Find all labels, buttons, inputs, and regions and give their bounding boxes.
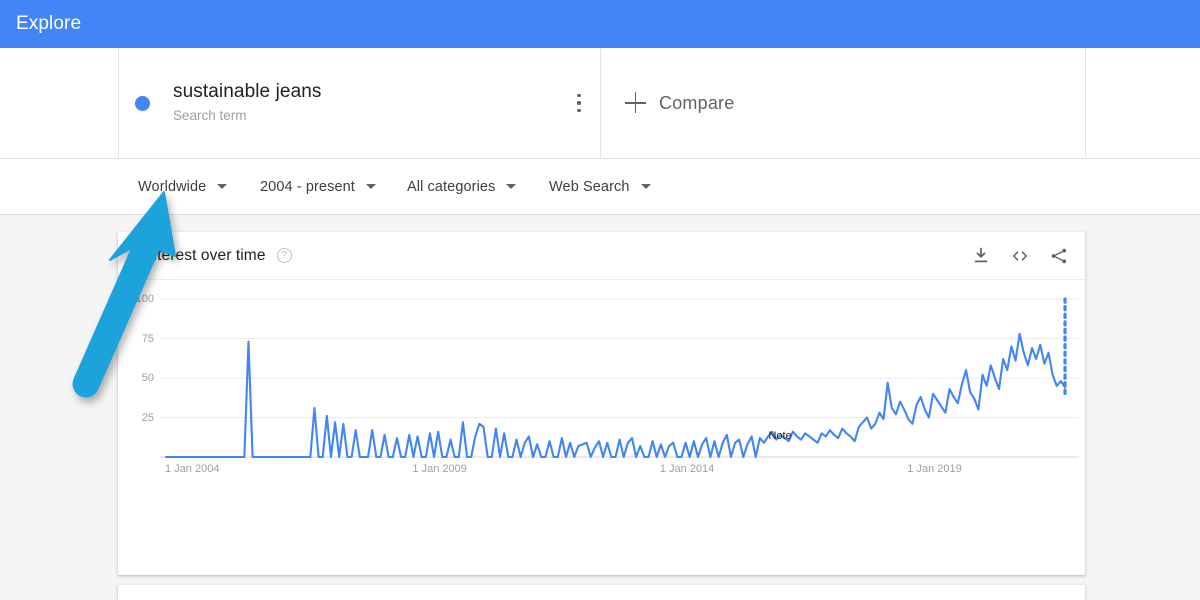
compare-label: Compare [659, 92, 735, 113]
card-header: Interest over time [118, 232, 1085, 280]
filter-region-label: Worldwide [138, 178, 207, 195]
trends-explore-page: Explore sustainable jeans Search term Co… [0, 0, 1200, 600]
add-compare-button[interactable]: Compare [601, 48, 1085, 158]
filter-time-range[interactable]: 2004 - present [260, 159, 376, 214]
download-icon[interactable] [971, 246, 991, 266]
search-term-type: Search term [173, 108, 247, 123]
search-term-label: sustainable jeans [173, 81, 322, 102]
interest-over-time-line-chart [160, 297, 1079, 459]
search-term-bar: sustainable jeans Search term Compare [0, 48, 1200, 159]
interest-over-time-card: Interest over time ? 25 50 75 100 1 Jan … [118, 232, 1085, 575]
chart-line [164, 332, 1067, 459]
y-axis-tick-label: 75 [141, 332, 154, 345]
card-title: Interest over time [144, 246, 266, 264]
filter-search-type[interactable]: Web Search [549, 159, 651, 214]
plus-icon [625, 92, 647, 114]
chart-plot-area[interactable]: 25 50 75 100 1 Jan 2004 1 Jan 2009 1 Jan 2014… [118, 280, 1085, 574]
share-icon[interactable] [1049, 246, 1069, 266]
divider-right [1085, 48, 1086, 158]
chevron-down-icon [640, 184, 651, 189]
page-body: Interest over time ? 25 50 75 100 1 Jan … [0, 215, 1200, 600]
x-axis-tick-label: 1 Jan 2019 [907, 463, 962, 475]
x-axis-tick-label: 1 Jan 2004 [165, 463, 220, 475]
chart-note-annotation[interactable]: Note [768, 430, 791, 442]
card-actions [971, 232, 1069, 280]
filter-region[interactable]: Worldwide [138, 159, 228, 214]
chevron-down-icon [365, 184, 376, 189]
app-bar: Explore [0, 0, 1200, 48]
y-axis-tick-label: 100 [135, 293, 154, 305]
x-axis-tick-label: 1 Jan 2009 [412, 463, 467, 475]
x-axis-tick-label: 1 Jan 2014 [659, 463, 715, 475]
series-color-dot [135, 95, 150, 111]
chevron-down-icon [217, 184, 228, 189]
help-circle-icon[interactable] [276, 248, 292, 263]
chevron-down-icon [506, 184, 517, 189]
app-title: Explore [16, 13, 82, 34]
next-card-partial [118, 585, 1085, 600]
y-axis-tick-label: 25 [141, 411, 154, 424]
filter-search-type-label: Web Search [549, 178, 630, 195]
filter-category-label: All categories [407, 178, 496, 195]
filter-time-range-label: 2004 - present [260, 178, 355, 195]
kebab-menu-icon[interactable] [569, 92, 589, 114]
y-axis-tick-label: 50 [141, 372, 154, 384]
filter-category[interactable]: All categories [407, 159, 517, 214]
filter-bar: Worldwide 2004 - present All categories … [0, 159, 1200, 215]
embed-icon[interactable] [1010, 246, 1030, 266]
search-term-card[interactable]: sustainable jeans Search term [118, 48, 600, 158]
